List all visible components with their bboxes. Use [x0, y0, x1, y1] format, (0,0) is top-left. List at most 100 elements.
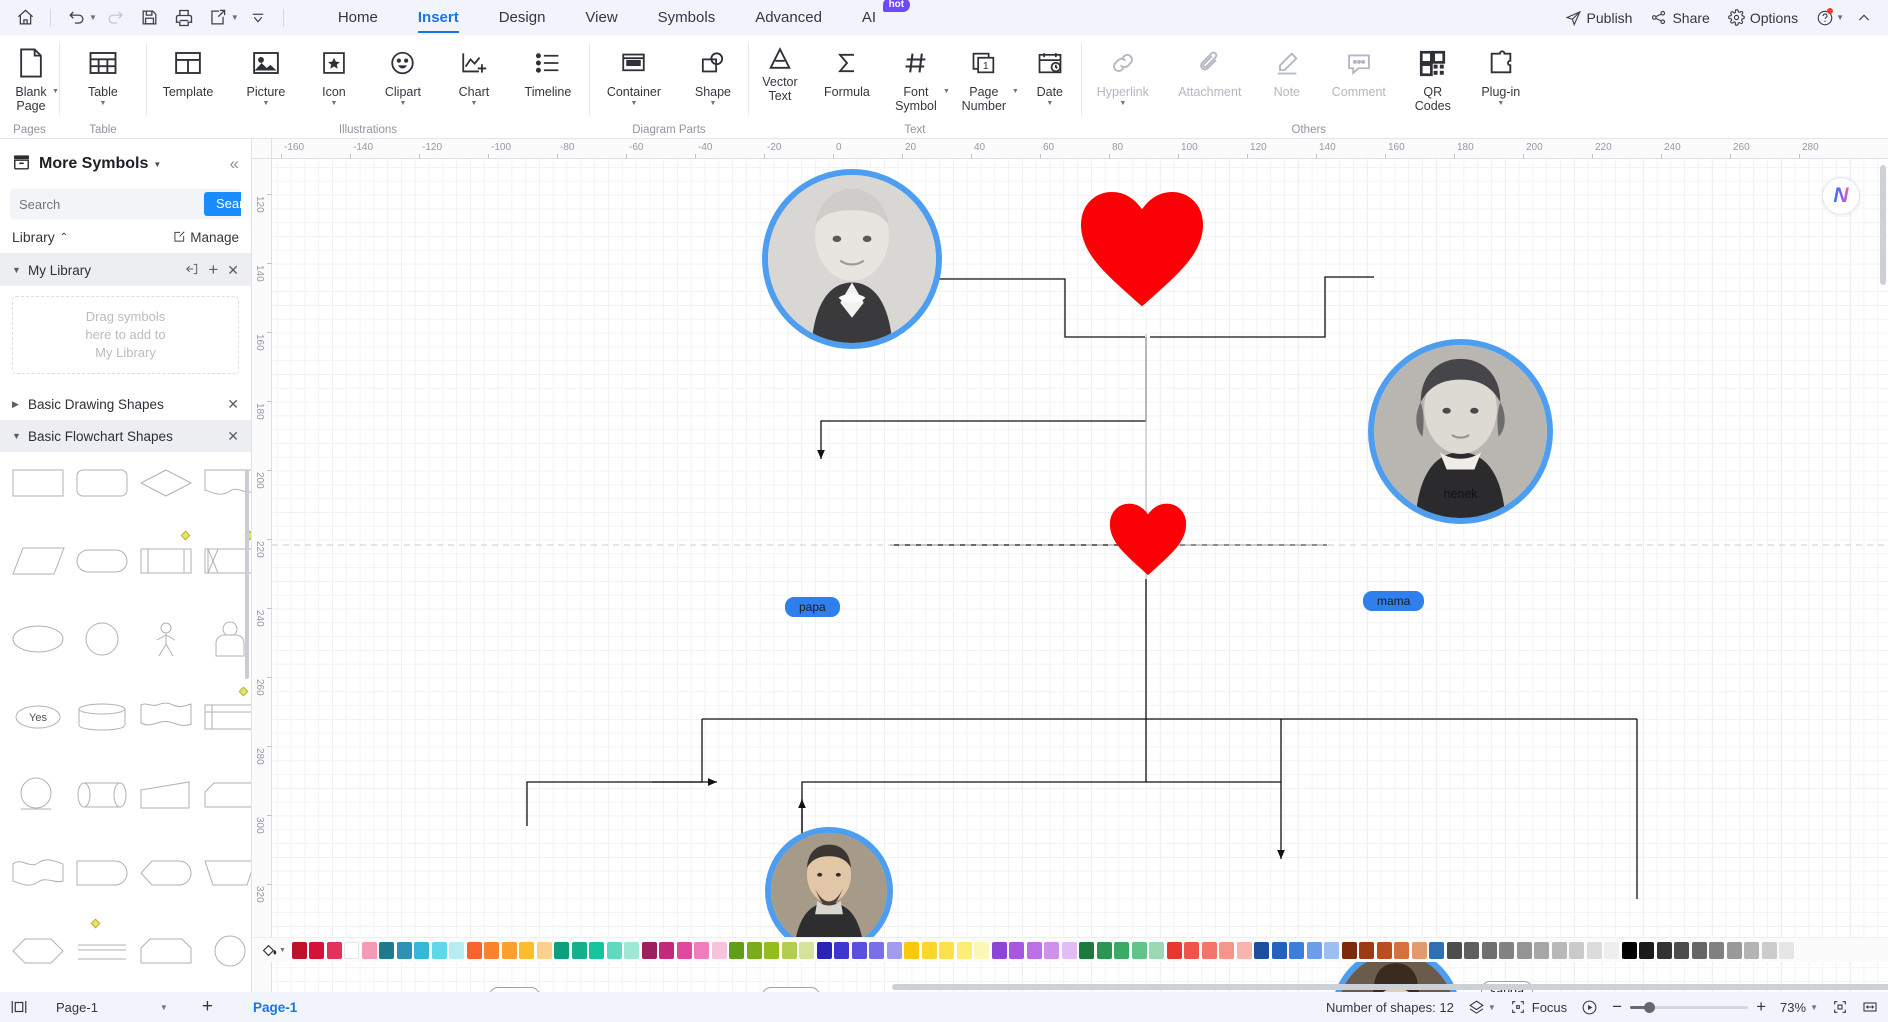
plugin-button[interactable]: Plug-in ▼ — [1466, 35, 1536, 123]
color-swatch[interactable] — [1569, 941, 1585, 959]
color-swatch[interactable] — [851, 941, 867, 959]
diamond-shape[interactable] — [139, 462, 193, 504]
layers-icon[interactable]: ▼ — [1468, 999, 1496, 1016]
color-swatch[interactable] — [1394, 941, 1410, 959]
color-swatch[interactable] — [519, 941, 535, 959]
timeline-button[interactable]: Timeline — [507, 35, 589, 123]
hyperlink-dropdown-caret[interactable]: ▼ — [1119, 100, 1126, 107]
adornment-handle[interactable] — [90, 918, 101, 929]
shape-dropdown-caret[interactable]: ▼ — [709, 100, 716, 107]
sidebar-section-my-library[interactable]: ▼ My Library + ✕ — [0, 254, 251, 286]
color-swatch[interactable] — [624, 941, 640, 959]
cylinder-shape[interactable] — [76, 696, 128, 738]
zoom-slider[interactable]: − + — [1612, 997, 1766, 1017]
shape-button[interactable]: Shape ▼ — [678, 35, 748, 123]
color-swatch[interactable] — [886, 941, 902, 959]
clipart-button[interactable]: Clipart ▼ — [365, 35, 441, 123]
color-swatch[interactable] — [1709, 941, 1725, 959]
circle-shape[interactable] — [76, 618, 128, 660]
hexagon-round-shape[interactable] — [140, 852, 192, 894]
color-swatch[interactable] — [484, 941, 500, 959]
search-input[interactable] — [10, 196, 204, 212]
zoom-slider-track[interactable] — [1630, 1001, 1749, 1013]
color-swatch[interactable] — [606, 941, 622, 959]
undo-dropdown-caret[interactable]: ▼ — [89, 13, 97, 22]
color-swatch[interactable] — [729, 941, 745, 959]
internal-storage-shape[interactable] — [204, 530, 251, 582]
page-selector-label[interactable]: Page-1 — [56, 1000, 98, 1015]
color-swatch[interactable] — [1061, 941, 1077, 959]
color-swatch[interactable] — [799, 941, 815, 959]
menu-item-ai[interactable]: AI hot — [842, 0, 911, 35]
color-swatch[interactable] — [1201, 941, 1217, 959]
search-button[interactable]: Search — [204, 192, 241, 216]
rounded-rectangle-shape[interactable] — [76, 462, 128, 504]
color-swatch[interactable] — [1411, 941, 1427, 959]
close-section-icon[interactable]: ✕ — [227, 397, 239, 411]
circle-line-shape[interactable] — [12, 774, 64, 816]
color-swatch[interactable] — [1114, 941, 1130, 959]
collapse-ribbon-button[interactable] — [1850, 4, 1878, 32]
manage-library-button[interactable]: Manage — [172, 230, 239, 245]
menu-item-home[interactable]: Home — [318, 0, 398, 35]
undo-icon[interactable] — [59, 3, 93, 33]
color-swatch[interactable] — [291, 941, 307, 959]
sidebar-scrollbar[interactable] — [245, 469, 249, 679]
color-swatch[interactable] — [1656, 941, 1672, 959]
menu-item-advanced[interactable]: Advanced — [735, 0, 842, 35]
color-swatch[interactable] — [921, 941, 937, 959]
color-swatch[interactable] — [1586, 941, 1602, 959]
color-swatch[interactable] — [659, 941, 675, 959]
font-symbol-button[interactable]: Font Symbol — [883, 35, 949, 123]
color-swatch[interactable] — [571, 941, 587, 959]
color-swatch[interactable] — [309, 941, 325, 959]
menu-item-insert[interactable]: Insert — [398, 0, 479, 35]
fill-color-button[interactable]: ▼ — [256, 942, 292, 959]
container-button[interactable]: Container ▼ — [590, 35, 678, 123]
node-label-papa[interactable]: papa — [785, 597, 840, 617]
focus-mode-button[interactable]: Focus — [1510, 999, 1567, 1015]
export-icon[interactable] — [201, 3, 235, 33]
adornment-handle[interactable] — [238, 686, 249, 697]
vector-text-button[interactable]: Vector Text — [749, 35, 811, 123]
node-papa[interactable] — [765, 827, 893, 955]
color-swatch[interactable] — [1009, 941, 1025, 959]
share-button[interactable]: Share — [1643, 4, 1716, 32]
color-swatch[interactable] — [974, 941, 990, 959]
canvas-vertical-scrollbar[interactable] — [1880, 165, 1886, 285]
comment-button[interactable]: Comment — [1318, 35, 1400, 123]
color-swatch[interactable] — [1236, 941, 1252, 959]
color-swatch[interactable] — [939, 941, 955, 959]
template-button[interactable]: Template — [147, 35, 229, 123]
chevrons-down-icon[interactable] — [241, 3, 275, 33]
color-swatch[interactable] — [396, 941, 412, 959]
plugin-dropdown-caret[interactable]: ▼ — [1497, 100, 1504, 107]
person-shape[interactable] — [204, 618, 251, 660]
node-label-mama[interactable]: mama — [1363, 591, 1425, 611]
home-icon[interactable] — [8, 3, 42, 33]
page-tab-page-1[interactable]: Page-1 — [253, 1000, 297, 1015]
table-button[interactable]: Table ▼ — [60, 35, 146, 123]
save-icon[interactable] — [133, 3, 167, 33]
color-swatch[interactable] — [869, 941, 885, 959]
fit-width-icon[interactable] — [1862, 999, 1878, 1015]
color-swatch[interactable] — [1726, 941, 1742, 959]
color-swatch[interactable] — [1166, 941, 1182, 959]
clipart-dropdown-caret[interactable]: ▼ — [399, 100, 406, 107]
diagram-canvas[interactable]: nenek papa mama — [272, 159, 1888, 992]
color-swatch[interactable] — [501, 941, 517, 959]
color-swatch[interactable] — [1621, 941, 1637, 959]
color-swatch[interactable] — [956, 941, 972, 959]
color-swatch[interactable] — [1761, 941, 1777, 959]
color-swatch[interactable] — [554, 941, 570, 959]
actor-shape[interactable] — [140, 618, 192, 660]
color-swatch[interactable] — [1534, 941, 1550, 959]
sidebar-title-caret-icon[interactable]: ▼ — [153, 160, 161, 169]
color-swatch[interactable] — [379, 941, 395, 959]
color-swatch[interactable] — [344, 941, 360, 959]
redo-icon[interactable] — [99, 3, 133, 33]
color-swatch[interactable] — [764, 941, 780, 959]
color-swatch[interactable] — [1446, 941, 1462, 959]
qr-codes-button[interactable]: QR Codes — [1400, 35, 1466, 123]
color-swatch[interactable] — [1306, 941, 1322, 959]
